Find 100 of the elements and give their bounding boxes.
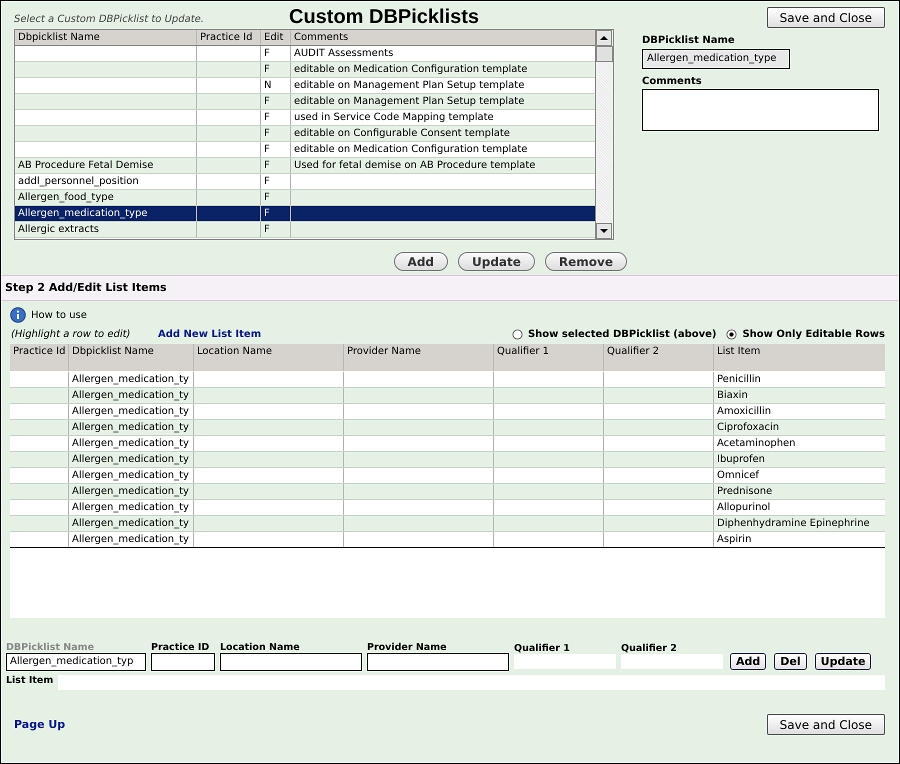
table-cell: Ciprofoxacin <box>717 422 780 433</box>
table-row[interactable]: F editable on Medication Configuration template <box>15 62 595 78</box>
input-field[interactable] <box>151 653 215 671</box>
table-row[interactable]: F editable on Configurable Consent template <box>15 126 595 142</box>
scroll-thumb[interactable] <box>596 46 613 62</box>
form-button[interactable]: Add <box>730 653 766 670</box>
list-item-field[interactable] <box>58 675 885 690</box>
table-cell: F <box>264 64 270 75</box>
input-field[interactable] <box>514 654 616 669</box>
table-cell: Allergen_medication_type <box>18 208 148 219</box>
column-header[interactable]: Edit <box>261 30 291 45</box>
table-cell: Allergen_medication_ty <box>72 438 189 449</box>
form-button[interactable]: Update <box>814 653 872 670</box>
table-cell: Allergen_medication_ty <box>72 374 189 385</box>
column-header[interactable]: Dbpicklist Name <box>15 30 197 45</box>
table-cell: F <box>264 112 270 123</box>
table-row[interactable]: Allergen_medication_ty Biaxin <box>10 388 885 404</box>
radio-icon[interactable] <box>726 328 738 340</box>
table-cell: F <box>264 128 270 139</box>
table-cell: Allopurinol <box>717 502 770 513</box>
scrollbar[interactable] <box>595 30 613 239</box>
action-button[interactable]: Remove <box>544 252 627 271</box>
table-cell: editable on Management Plan Setup template <box>294 80 524 91</box>
input-field[interactable] <box>367 653 509 671</box>
input-field[interactable] <box>220 653 362 671</box>
hint-text: (Highlight a row to edit) <box>11 328 132 340</box>
radio-option[interactable]: Show selected DBPicklist (above) <box>512 328 716 340</box>
table-cell: Amoxicillin <box>717 406 772 417</box>
column-header[interactable]: Comments <box>291 30 595 45</box>
table-row[interactable]: Allergic extracts F <box>15 222 595 238</box>
table-row[interactable]: Allergen_medication_ty Ibuprofen <box>10 452 885 468</box>
instruction-text: Select a Custom DBPicklist to Update. <box>14 14 205 27</box>
column-header[interactable]: Dbpicklist Name <box>69 344 194 371</box>
field-label: Practice ID <box>151 642 210 653</box>
radio-icon[interactable] <box>512 328 523 340</box>
table-cell: Allergen_medication_ty <box>72 406 189 417</box>
section-header: Step 2 Add/Edit List Items <box>1 275 899 301</box>
table-cell: F <box>264 96 270 107</box>
table-cell: Biaxin <box>717 390 748 401</box>
info-icon[interactable] <box>10 307 26 323</box>
table-cell: Omnicef <box>717 470 759 481</box>
table-row[interactable]: AB Procedure Fetal Demise F Used for fetal demise on AB Procedure template <box>15 158 595 174</box>
table-cell: editable on Management Plan Setup template <box>294 96 524 107</box>
table-row[interactable]: Allergen_medication_ty Ciprofoxacin <box>10 420 885 436</box>
save-and-close-button[interactable]: Save and Close <box>766 714 885 735</box>
table-row[interactable]: Allergen_medication_ty Allopurinol <box>10 500 885 516</box>
scroll-down-icon[interactable] <box>596 223 612 239</box>
table-cell: Allergen_food_type <box>18 192 114 203</box>
table-row[interactable]: Allergen_medication_ty Penicillin <box>10 372 885 388</box>
table-row[interactable]: F editable on Management Plan Setup template <box>15 94 595 110</box>
table-row[interactable]: Allergen_medication_ty Omnicef <box>10 468 885 484</box>
table-cell: F <box>264 208 270 219</box>
table-cell: editable on Medication Configuration template <box>294 64 528 75</box>
table-row[interactable]: N editable on Management Plan Setup template <box>15 78 595 94</box>
add-new-list-item-link[interactable]: Add New List Item <box>158 328 262 340</box>
table-cell: Allergen_medication_ty <box>72 454 189 465</box>
field-label: Qualifier 2 <box>621 643 677 654</box>
table-cell: F <box>264 160 270 171</box>
action-button[interactable]: Update <box>458 252 535 271</box>
action-button[interactable]: Add <box>394 252 448 271</box>
how-to-use-link[interactable]: How to use <box>31 310 87 320</box>
table-cell: editable on Medication Configuration template <box>294 144 528 155</box>
column-header[interactable]: Location Name <box>194 344 344 371</box>
column-header[interactable]: Practice Id <box>197 30 261 45</box>
table-row[interactable]: Allergen_medication_ty Prednisone <box>10 484 885 500</box>
table-row[interactable]: addl_personnel_position F <box>15 174 595 190</box>
table-row[interactable]: F editable on Medication Configuration template <box>15 142 595 158</box>
table-cell: AUDIT Assessments <box>294 48 394 59</box>
table-cell: editable on Configurable Consent template <box>294 128 510 139</box>
table-cell: Acetaminophen <box>717 438 796 449</box>
field-label: Provider Name <box>367 642 447 653</box>
column-header[interactable]: Qualifier 1 <box>494 344 604 371</box>
table-cell: Penicillin <box>717 374 761 385</box>
table-row[interactable]: Allergen_food_type F <box>15 190 595 206</box>
table-cell: Allergen_medication_ty <box>72 470 189 481</box>
table-row[interactable]: Allergen_medication_ty Diphenhydramine Epinephrine <box>10 516 885 532</box>
page-up-link[interactable]: Page Up <box>14 718 66 731</box>
table-cell: F <box>264 176 270 187</box>
table-cell: F <box>264 192 270 203</box>
table-row[interactable]: Allergen_medication_ty Acetaminophen <box>10 436 885 452</box>
table-row[interactable]: Allergen_medication_ty Aspirin <box>10 532 885 548</box>
table-cell: N <box>264 80 272 91</box>
table-cell: F <box>264 144 270 155</box>
column-header[interactable]: Practice Id <box>10 344 69 371</box>
column-header[interactable]: List Item <box>714 344 885 371</box>
scroll-up-icon[interactable] <box>596 30 612 46</box>
radio-option[interactable]: Show Only Editable Rows <box>726 328 885 340</box>
table-row[interactable]: Allergen_medication_type F <box>15 206 595 222</box>
table-cell: Allergen_medication_ty <box>72 502 189 513</box>
table-row[interactable]: F used in Service Code Mapping template <box>15 110 595 126</box>
column-header[interactable]: Provider Name <box>344 344 494 371</box>
picklist-name-field[interactable]: Allergen_medication_type <box>642 49 790 69</box>
save-and-close-button[interactable]: Save and Close <box>766 7 885 28</box>
comments-field[interactable] <box>642 89 879 131</box>
column-header[interactable]: Qualifier 2 <box>604 344 714 371</box>
input-field[interactable] <box>621 654 723 669</box>
table-row[interactable]: Allergen_medication_ty Amoxicillin <box>10 404 885 420</box>
table-cell: F <box>264 224 270 235</box>
table-row[interactable]: F AUDIT Assessments <box>15 46 595 62</box>
form-button[interactable]: Del <box>774 653 807 670</box>
